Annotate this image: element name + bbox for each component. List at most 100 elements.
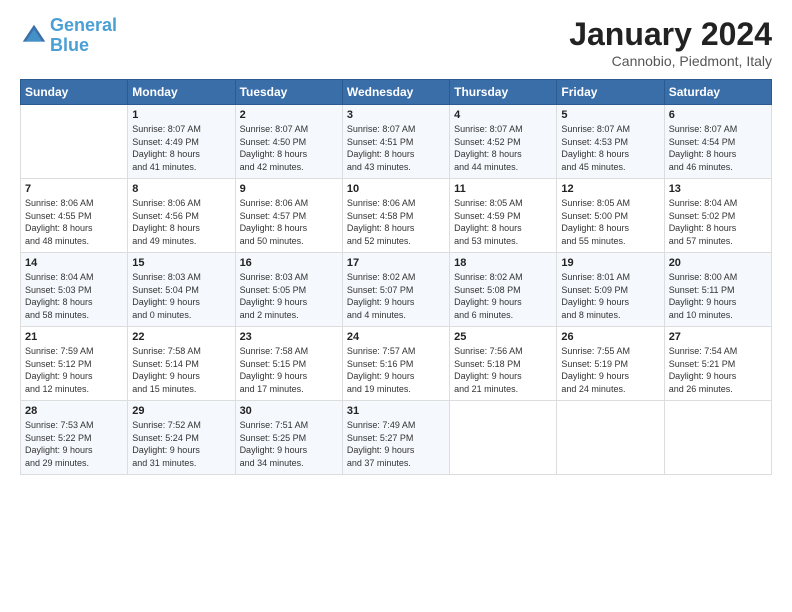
day-info: Sunrise: 8:02 AM Sunset: 5:08 PM Dayligh… [454,271,552,321]
day-info: Sunrise: 8:04 AM Sunset: 5:02 PM Dayligh… [669,197,767,247]
day-number: 24 [347,331,445,343]
calendar-cell: 25 Sunrise: 7:56 AM Sunset: 5:18 PM Dayli… [450,327,557,401]
day-info: Sunrise: 7:51 AM Sunset: 5:25 PM Dayligh… [240,419,338,469]
header: General Blue January 2024 Cannobio, Pied… [20,16,772,69]
day-number: 5 [561,109,659,121]
day-number: 1 [132,109,230,121]
calendar-cell: 3Sunrise: 8:07 AM Sunset: 4:51 PM Daylig… [342,105,449,179]
calendar-cell [450,401,557,475]
header-cell-tuesday: Tuesday [235,80,342,105]
calendar-cell: 2 Sunrise: 8:07 AM Sunset: 4:50 PM Daylig… [235,105,342,179]
day-info: Sunrise: 7:58 AM Sunset: 5:15 PM Dayligh… [240,345,338,395]
day-number: 22 [132,331,230,343]
day-number: 7 [25,183,123,195]
calendar-cell: 27 Sunrise: 7:54 AM Sunset: 5:21 PM Dayli… [664,327,771,401]
day-info: Sunrise: 7:52 AM Sunset: 5:24 PM Dayligh… [132,419,230,469]
day-info: Sunrise: 8:07 AM Sunset: 4:50 PM Dayligh… [240,123,338,173]
calendar-cell: 24 Sunrise: 7:57 AM Sunset: 5:16 PM Dayli… [342,327,449,401]
day-number: 23 [240,331,338,343]
day-number: 15 [132,257,230,269]
calendar-cell: 17Sunrise: 8:02 AM Sunset: 5:07 PM Dayli… [342,253,449,327]
day-info: Sunrise: 8:06 AM Sunset: 4:58 PM Dayligh… [347,197,445,247]
day-info: Sunrise: 7:53 AM Sunset: 5:22 PM Dayligh… [25,419,123,469]
day-info: Sunrise: 8:06 AM Sunset: 4:55 PM Dayligh… [25,197,123,247]
calendar-cell: 23 Sunrise: 7:58 AM Sunset: 5:15 PM Dayli… [235,327,342,401]
calendar-cell: 15 Sunrise: 8:03 AM Sunset: 5:04 PM Dayli… [128,253,235,327]
calendar-cell: 16Sunrise: 8:03 AM Sunset: 5:05 PM Dayli… [235,253,342,327]
day-number: 9 [240,183,338,195]
day-number: 13 [669,183,767,195]
calendar-body: 1 Sunrise: 8:07 AM Sunset: 4:49 PM Daylig… [21,105,772,475]
week-row-3: 14 Sunrise: 8:04 AM Sunset: 5:03 PM Dayli… [21,253,772,327]
day-number: 28 [25,405,123,417]
calendar-cell: 29Sunrise: 7:52 AM Sunset: 5:24 PM Dayli… [128,401,235,475]
calendar-cell: 7 Sunrise: 8:06 AM Sunset: 4:55 PM Daylig… [21,179,128,253]
header-cell-monday: Monday [128,80,235,105]
day-number: 14 [25,257,123,269]
calendar-header: SundayMondayTuesdayWednesdayThursdayFrid… [21,80,772,105]
logo-line2: Blue [50,35,89,55]
calendar-cell [664,401,771,475]
day-info: Sunrise: 8:05 AM Sunset: 5:00 PM Dayligh… [561,197,659,247]
day-number: 31 [347,405,445,417]
day-info: Sunrise: 7:57 AM Sunset: 5:16 PM Dayligh… [347,345,445,395]
day-info: Sunrise: 8:02 AM Sunset: 5:07 PM Dayligh… [347,271,445,321]
header-cell-thursday: Thursday [450,80,557,105]
calendar-cell: 5 Sunrise: 8:07 AM Sunset: 4:53 PM Daylig… [557,105,664,179]
day-info: Sunrise: 7:56 AM Sunset: 5:18 PM Dayligh… [454,345,552,395]
day-number: 30 [240,405,338,417]
day-info: Sunrise: 8:07 AM Sunset: 4:51 PM Dayligh… [347,123,445,173]
calendar-cell [21,105,128,179]
day-info: Sunrise: 8:07 AM Sunset: 4:52 PM Dayligh… [454,123,552,173]
day-number: 27 [669,331,767,343]
calendar-cell: 8Sunrise: 8:06 AM Sunset: 4:56 PM Daylig… [128,179,235,253]
page: General Blue January 2024 Cannobio, Pied… [0,0,792,485]
day-info: Sunrise: 8:07 AM Sunset: 4:49 PM Dayligh… [132,123,230,173]
day-info: Sunrise: 8:06 AM Sunset: 4:56 PM Dayligh… [132,197,230,247]
week-row-5: 28 Sunrise: 7:53 AM Sunset: 5:22 PM Dayli… [21,401,772,475]
calendar-cell [557,401,664,475]
location: Cannobio, Piedmont, Italy [569,53,772,69]
day-info: Sunrise: 8:03 AM Sunset: 5:05 PM Dayligh… [240,271,338,321]
logo-text: General Blue [50,16,117,56]
day-info: Sunrise: 7:54 AM Sunset: 5:21 PM Dayligh… [669,345,767,395]
day-number: 12 [561,183,659,195]
day-number: 25 [454,331,552,343]
calendar-cell: 4 Sunrise: 8:07 AM Sunset: 4:52 PM Daylig… [450,105,557,179]
title-block: January 2024 Cannobio, Piedmont, Italy [569,16,772,69]
day-info: Sunrise: 8:04 AM Sunset: 5:03 PM Dayligh… [25,271,123,321]
day-info: Sunrise: 8:06 AM Sunset: 4:57 PM Dayligh… [240,197,338,247]
week-row-1: 1 Sunrise: 8:07 AM Sunset: 4:49 PM Daylig… [21,105,772,179]
calendar-cell: 19Sunrise: 8:01 AM Sunset: 5:09 PM Dayli… [557,253,664,327]
day-number: 20 [669,257,767,269]
calendar-cell: 28 Sunrise: 7:53 AM Sunset: 5:22 PM Dayli… [21,401,128,475]
calendar-cell: 20 Sunrise: 8:00 AM Sunset: 5:11 PM Dayli… [664,253,771,327]
day-number: 6 [669,109,767,121]
day-info: Sunrise: 8:00 AM Sunset: 5:11 PM Dayligh… [669,271,767,321]
day-number: 4 [454,109,552,121]
day-number: 11 [454,183,552,195]
header-cell-friday: Friday [557,80,664,105]
calendar-cell: 30 Sunrise: 7:51 AM Sunset: 5:25 PM Dayli… [235,401,342,475]
calendar-cell: 18Sunrise: 8:02 AM Sunset: 5:08 PM Dayli… [450,253,557,327]
day-number: 26 [561,331,659,343]
logo-line1: General [50,15,117,35]
calendar-cell: 31 Sunrise: 7:49 AM Sunset: 5:27 PM Dayli… [342,401,449,475]
day-number: 2 [240,109,338,121]
calendar-cell: 26Sunrise: 7:55 AM Sunset: 5:19 PM Dayli… [557,327,664,401]
calendar-cell: 10 Sunrise: 8:06 AM Sunset: 4:58 PM Dayli… [342,179,449,253]
calendar-cell: 6Sunrise: 8:07 AM Sunset: 4:54 PM Daylig… [664,105,771,179]
calendar-cell: 1 Sunrise: 8:07 AM Sunset: 4:49 PM Daylig… [128,105,235,179]
header-row: SundayMondayTuesdayWednesdayThursdayFrid… [21,80,772,105]
day-number: 10 [347,183,445,195]
header-cell-sunday: Sunday [21,80,128,105]
day-info: Sunrise: 8:03 AM Sunset: 5:04 PM Dayligh… [132,271,230,321]
logo-icon [20,22,48,50]
day-info: Sunrise: 7:59 AM Sunset: 5:12 PM Dayligh… [25,345,123,395]
day-info: Sunrise: 7:49 AM Sunset: 5:27 PM Dayligh… [347,419,445,469]
day-info: Sunrise: 8:07 AM Sunset: 4:53 PM Dayligh… [561,123,659,173]
header-cell-saturday: Saturday [664,80,771,105]
header-cell-wednesday: Wednesday [342,80,449,105]
day-number: 21 [25,331,123,343]
calendar-cell: 12 Sunrise: 8:05 AM Sunset: 5:00 PM Dayli… [557,179,664,253]
